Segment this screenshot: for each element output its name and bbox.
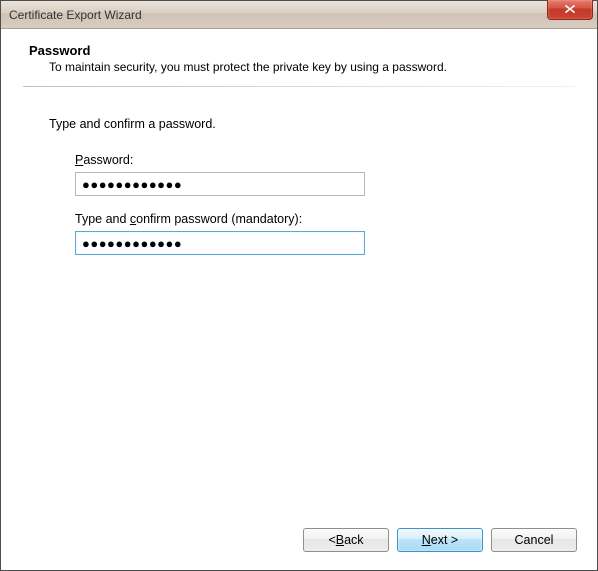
divider — [23, 86, 575, 87]
confirm-password-field-group: Type and confirm password (mandatory): — [75, 212, 577, 255]
page-subheading: To maintain security, you must protect t… — [49, 60, 577, 74]
page-heading: Password — [29, 43, 577, 58]
close-icon — [564, 1, 576, 19]
instruction-text: Type and confirm a password. — [49, 117, 577, 131]
password-label: Password: — [75, 153, 577, 167]
content-area: Password To maintain security, you must … — [1, 29, 597, 570]
password-input[interactable] — [75, 172, 365, 196]
button-row: < Back Next > Cancel — [303, 528, 577, 552]
wizard-window: Certificate Export Wizard Password To ma… — [0, 0, 598, 571]
next-button[interactable]: Next > — [397, 528, 483, 552]
back-button[interactable]: < Back — [303, 528, 389, 552]
close-button[interactable] — [547, 0, 593, 20]
password-field-group: Password: — [75, 153, 577, 196]
confirm-password-input[interactable] — [75, 231, 365, 255]
cancel-button[interactable]: Cancel — [491, 528, 577, 552]
confirm-password-label: Type and confirm password (mandatory): — [75, 212, 577, 226]
titlebar: Certificate Export Wizard — [1, 1, 597, 29]
window-title: Certificate Export Wizard — [1, 8, 142, 22]
